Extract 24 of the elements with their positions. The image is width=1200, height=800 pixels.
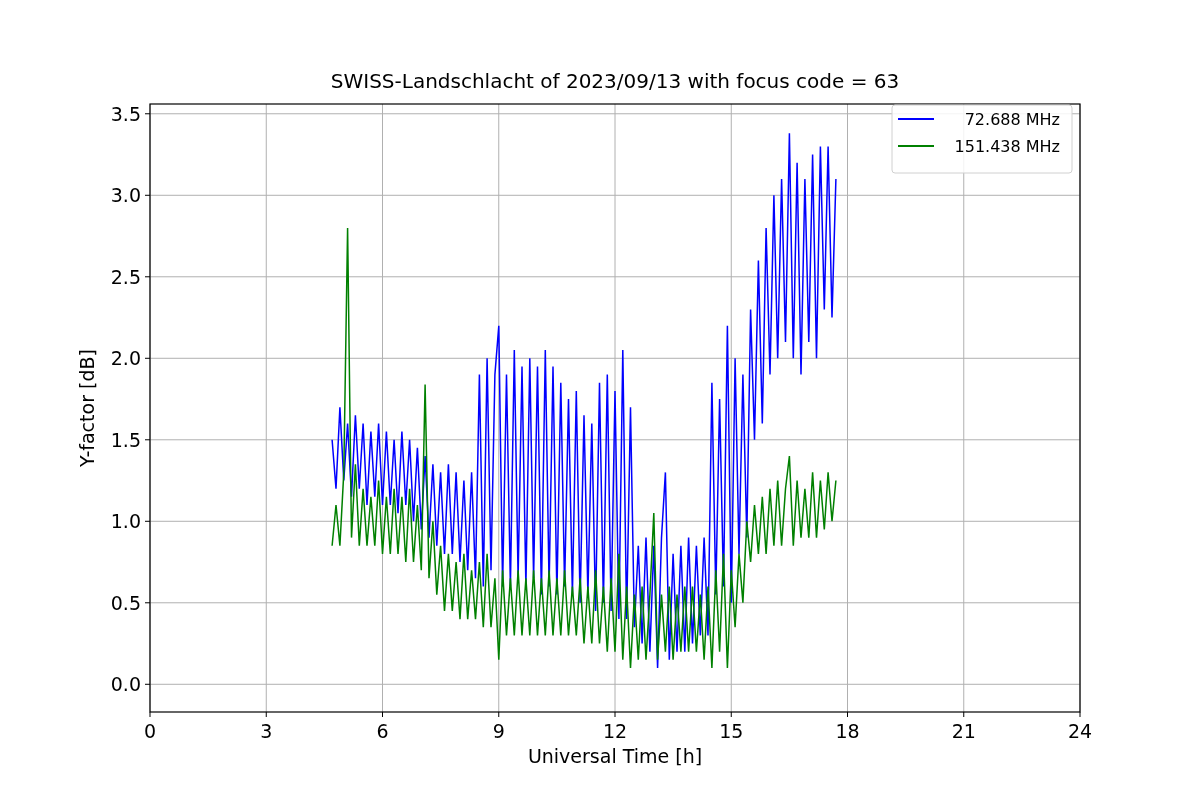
x-axis-label: Universal Time [h]	[527, 745, 703, 767]
tick-label: 15	[719, 720, 744, 742]
legend-line-icon	[897, 118, 935, 120]
legend-label: 72.688 MHz	[964, 110, 1060, 129]
tick-label: 6	[376, 720, 389, 742]
tick-label: 0.0	[110, 673, 141, 696]
chart-title: SWISS-Landschlacht of 2023/09/13 with focus code = 63	[330, 69, 900, 93]
tick-label: 3.0	[110, 184, 141, 207]
tick-label: 9	[492, 720, 505, 742]
tick-label: 0	[143, 720, 157, 742]
tick-label: 24	[1067, 720, 1093, 742]
tick-label: 12	[602, 720, 628, 742]
legend-label: 151.438 MHz	[954, 137, 1060, 156]
tick-label: 0.5	[110, 591, 141, 614]
tick-label: 1.0	[110, 510, 141, 533]
legend-line-icon	[897, 145, 935, 147]
tick-label: 1.5	[110, 428, 141, 451]
y-axis-label: Y-factor [dB]	[76, 349, 98, 467]
tick-label: 18	[835, 720, 860, 742]
tick-label: 2.5	[110, 265, 141, 288]
tick-label: 2.0	[110, 347, 141, 370]
tick-label: 3.5	[110, 102, 141, 125]
tick-label: 21	[951, 720, 976, 742]
tick-label: 3	[260, 720, 273, 742]
